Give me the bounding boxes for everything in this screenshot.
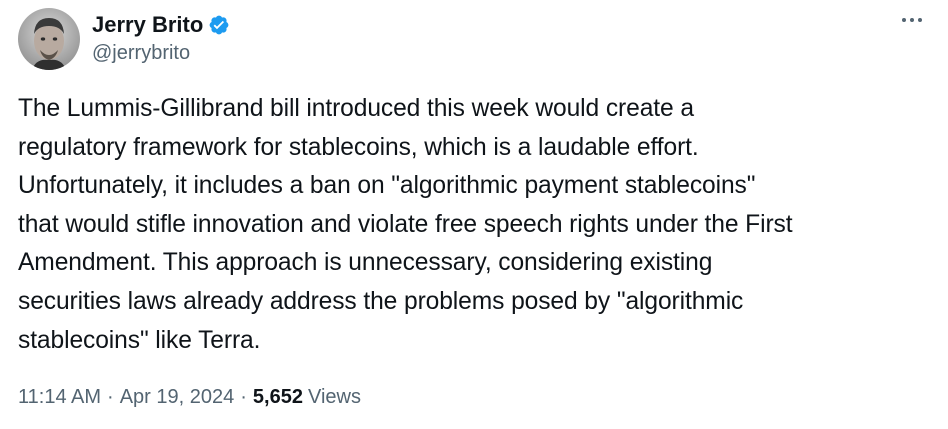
more-dot-1 bbox=[902, 18, 906, 22]
more-dot-2 bbox=[910, 18, 914, 22]
tweet-meta: 11:14 AM · Apr 19, 2024 · 5,652 Views bbox=[18, 383, 361, 411]
author-handle[interactable]: @jerrybrito bbox=[92, 40, 230, 66]
tweet-card: Jerry Brito @jerrybrito The Lummis-Gilli… bbox=[0, 0, 948, 429]
tweet-time[interactable]: 11:14 AM bbox=[18, 383, 101, 411]
tweet-date[interactable]: Apr 19, 2024 bbox=[120, 383, 235, 411]
name-row: Jerry Brito bbox=[92, 12, 230, 38]
more-dot-3 bbox=[918, 18, 922, 22]
meta-separator: · bbox=[240, 386, 247, 408]
avatar-image bbox=[18, 8, 80, 70]
avatar[interactable] bbox=[18, 8, 80, 70]
verified-badge-icon[interactable] bbox=[208, 14, 230, 36]
tweet-text-line: Amendment. This approach is unnecessary,… bbox=[18, 249, 713, 277]
more-horizontal-icon[interactable] bbox=[892, 6, 932, 34]
author-display-name[interactable]: Jerry Brito bbox=[92, 12, 203, 38]
views-label[interactable]: Views bbox=[308, 383, 361, 411]
tweet-text-line: The Lummis-Gillibrand bill introduced th… bbox=[18, 95, 694, 122]
views-count: 5,652 bbox=[252, 386, 303, 408]
tweet-text-line: regulatory framework for stablecoins, wh… bbox=[18, 133, 699, 161]
author-names: Jerry Brito @jerrybrito bbox=[92, 12, 230, 66]
meta-separator: · bbox=[107, 386, 114, 408]
tweet-text-line: Unfortunately, it includes a ban on "alg… bbox=[18, 172, 756, 200]
tweet-text: The Lummis-Gillibrand bill introduced th… bbox=[18, 90, 933, 360]
tweet-text-line: securities laws already address the prob… bbox=[18, 287, 744, 315]
tweet-header: Jerry Brito @jerrybrito bbox=[18, 6, 230, 72]
tweet-text-line: stablecoins" like Terra. bbox=[18, 326, 261, 354]
tweet-text-line: that would stifle innovation and violate… bbox=[18, 210, 793, 238]
